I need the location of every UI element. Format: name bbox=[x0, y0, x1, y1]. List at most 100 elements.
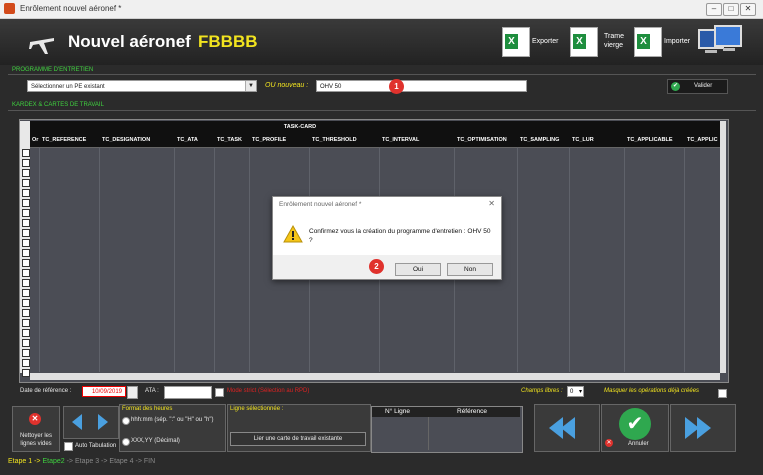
template-label-2[interactable]: vierge bbox=[604, 42, 623, 49]
step-4: Etape 4 bbox=[109, 458, 134, 465]
column-divider bbox=[39, 147, 40, 372]
col-nligne: N° Ligne bbox=[385, 408, 411, 415]
row-checkbox[interactable] bbox=[22, 189, 30, 197]
non-button[interactable]: Non bbox=[447, 263, 493, 276]
dialog-close-icon[interactable]: ✕ bbox=[488, 199, 495, 208]
row-checkbox[interactable] bbox=[22, 209, 30, 217]
window-title: Enrôlement nouvel aéronef * bbox=[20, 4, 122, 13]
column-header[interactable]: Or bbox=[32, 137, 38, 143]
close-button[interactable]: ✕ bbox=[740, 3, 756, 16]
dialog-title: Enrôlement nouvel aéronef * bbox=[279, 201, 362, 208]
column-header[interactable]: TC_APPLIC bbox=[687, 137, 718, 143]
step-1: Etape 1 bbox=[8, 458, 33, 465]
row-checkbox[interactable] bbox=[22, 159, 30, 167]
champs-libres-value: 0 bbox=[570, 389, 574, 395]
row-checkbox[interactable] bbox=[22, 309, 30, 317]
row-checkbox[interactable] bbox=[22, 289, 30, 297]
step-3: Etape 3 bbox=[74, 458, 100, 465]
import-excel-icon[interactable]: X bbox=[634, 27, 662, 57]
col-reference: Référence bbox=[457, 408, 487, 415]
row-checkbox[interactable] bbox=[22, 299, 30, 307]
column-header[interactable]: TC_SAMPLING bbox=[520, 137, 559, 143]
window-titlebar: Enrôlement nouvel aéronef * – □ ✕ bbox=[0, 0, 763, 19]
arrow-left-icon[interactable] bbox=[72, 414, 82, 430]
ata-input[interactable] bbox=[164, 386, 212, 399]
row-checkbox[interactable] bbox=[22, 229, 30, 237]
format-option-2: XXX,YY (Décimal) bbox=[131, 438, 180, 444]
row-checkbox[interactable] bbox=[22, 329, 30, 337]
double-left-icon-part bbox=[549, 417, 563, 439]
column-header[interactable]: TC_LUR bbox=[572, 137, 594, 143]
template-excel-icon[interactable]: X bbox=[570, 27, 598, 57]
row-checkbox[interactable] bbox=[22, 179, 30, 187]
column-header[interactable]: TC_DESIGNATION bbox=[102, 137, 150, 143]
step-badge-2: 2 bbox=[369, 259, 384, 274]
champs-libres-select[interactable]: 0 ▾ bbox=[567, 386, 584, 397]
oui-button[interactable]: Oui bbox=[395, 263, 441, 276]
calendar-icon[interactable] bbox=[127, 386, 138, 399]
chevron-down-icon: ▾ bbox=[578, 389, 582, 395]
row-checkbox[interactable] bbox=[22, 149, 30, 157]
row-checkbox[interactable] bbox=[22, 349, 30, 357]
cancel-icon[interactable]: ✕ bbox=[605, 439, 613, 447]
strict-checkbox[interactable] bbox=[215, 388, 224, 397]
column-header[interactable]: TC_INTERVAL bbox=[382, 137, 419, 143]
computers-icon bbox=[698, 25, 742, 53]
double-right-icon-part bbox=[697, 417, 711, 439]
row-checkbox[interactable] bbox=[22, 269, 30, 277]
column-header[interactable]: TC_OPTIMISATION bbox=[457, 137, 507, 143]
row-checkbox[interactable] bbox=[22, 169, 30, 177]
row-checkbox[interactable] bbox=[22, 369, 30, 377]
col-divider bbox=[428, 417, 429, 450]
minimize-button[interactable]: – bbox=[706, 3, 722, 16]
import-button[interactable]: Importer bbox=[664, 38, 690, 45]
row-checkbox[interactable] bbox=[22, 359, 30, 367]
row-checkbox[interactable] bbox=[22, 319, 30, 327]
horizontal-scrollbar[interactable] bbox=[30, 373, 720, 380]
row-checkbox[interactable] bbox=[22, 339, 30, 347]
column-header[interactable]: TC_REFERENCE bbox=[42, 137, 86, 143]
row-checkbox[interactable] bbox=[22, 249, 30, 257]
taskcard-group-label: TASK-CARD bbox=[283, 124, 317, 130]
export-button[interactable]: Exporter bbox=[532, 38, 558, 45]
divider bbox=[8, 74, 756, 75]
annuler-button[interactable]: Annuler bbox=[628, 441, 649, 447]
template-label-1[interactable]: Trame bbox=[604, 33, 624, 40]
new-pe-input[interactable]: OHV 50 bbox=[316, 80, 527, 92]
vertical-scrollbar[interactable] bbox=[720, 121, 726, 373]
column-header[interactable]: TC_APPLICABLE bbox=[627, 137, 673, 143]
maximize-button[interactable]: □ bbox=[723, 3, 739, 16]
row-checkbox[interactable] bbox=[22, 219, 30, 227]
step-fin: FIN bbox=[143, 458, 156, 465]
nettoyer-button[interactable]: ✕ Nettoyer les lignes vides bbox=[12, 406, 60, 452]
masquer-checkbox[interactable] bbox=[718, 389, 727, 398]
row-checkbox[interactable] bbox=[22, 199, 30, 207]
column-divider bbox=[214, 147, 215, 372]
ata-label: ATA : bbox=[145, 388, 159, 394]
column-header[interactable]: TC_TASK bbox=[217, 137, 242, 143]
previous-step-button[interactable] bbox=[534, 404, 600, 452]
warning-icon bbox=[283, 225, 303, 243]
arrow-right-icon[interactable] bbox=[98, 414, 108, 430]
strict-label: Mode strict (Sélection au RPD) bbox=[227, 388, 310, 394]
date-label: Date de référence : bbox=[20, 388, 72, 394]
format-radio-1[interactable] bbox=[122, 417, 130, 425]
pe-select[interactable]: Sélectionner un PE existant ▼ bbox=[27, 80, 257, 92]
column-divider bbox=[99, 147, 100, 372]
row-checkbox[interactable] bbox=[22, 279, 30, 287]
divider bbox=[8, 110, 756, 111]
column-header[interactable]: TC_ATA bbox=[177, 137, 198, 143]
format-radio-2[interactable] bbox=[122, 438, 130, 446]
auto-tab-checkbox[interactable] bbox=[64, 442, 73, 451]
valider-button[interactable]: ✔ Valider bbox=[667, 79, 728, 94]
column-header[interactable]: TC_THRESHOLD bbox=[312, 137, 357, 143]
export-excel-icon[interactable]: X bbox=[502, 27, 530, 57]
date-input[interactable]: 10/09/2019 bbox=[82, 386, 126, 397]
lier-button[interactable]: Lier une carte de travail existante bbox=[230, 432, 366, 446]
row-checkbox[interactable] bbox=[22, 239, 30, 247]
column-header[interactable]: TC_PROFILE bbox=[252, 137, 286, 143]
page-title: Nouvel aéronef bbox=[68, 32, 191, 51]
next-step-button[interactable] bbox=[670, 404, 736, 452]
row-checkbox[interactable] bbox=[22, 259, 30, 267]
app-icon bbox=[4, 3, 15, 14]
